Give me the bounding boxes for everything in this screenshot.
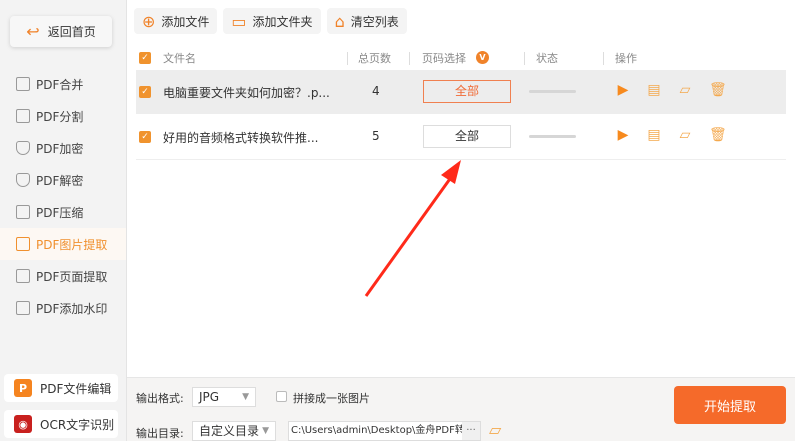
format-label: 输出格式: <box>136 392 184 405</box>
start-extract-button[interactable]: 开始提取 <box>674 386 786 424</box>
format-value: JPG <box>199 390 220 404</box>
chevron-down-icon: ▼ <box>242 392 249 402</box>
dir-label: 输出目录: <box>136 427 184 440</box>
chevron-down-icon: ▼ <box>262 426 269 436</box>
annotation-arrow <box>364 160 461 297</box>
merge-checkbox[interactable] <box>276 391 287 402</box>
open-folder-icon[interactable]: ▱ <box>489 420 501 439</box>
merge-label: 拼接成一张图片 <box>293 392 370 405</box>
format-select[interactable]: JPG ▼ <box>192 387 256 407</box>
dir-mode-select[interactable]: 自定义目录 ▼ <box>192 421 276 441</box>
output-path-field[interactable]: C:\Users\admin\Desktop\金舟PDF转换 ··· <box>288 421 481 441</box>
bottom-panel: 输出格式: JPG ▼ 拼接成一张图片 输出目录: 自定义目录 ▼ C:\Users… <box>127 377 795 441</box>
dir-mode-value: 自定义目录 <box>199 424 260 438</box>
browse-button[interactable]: ··· <box>462 422 480 440</box>
output-path: C:\Users\admin\Desktop\金舟PDF转换 <box>291 425 475 436</box>
